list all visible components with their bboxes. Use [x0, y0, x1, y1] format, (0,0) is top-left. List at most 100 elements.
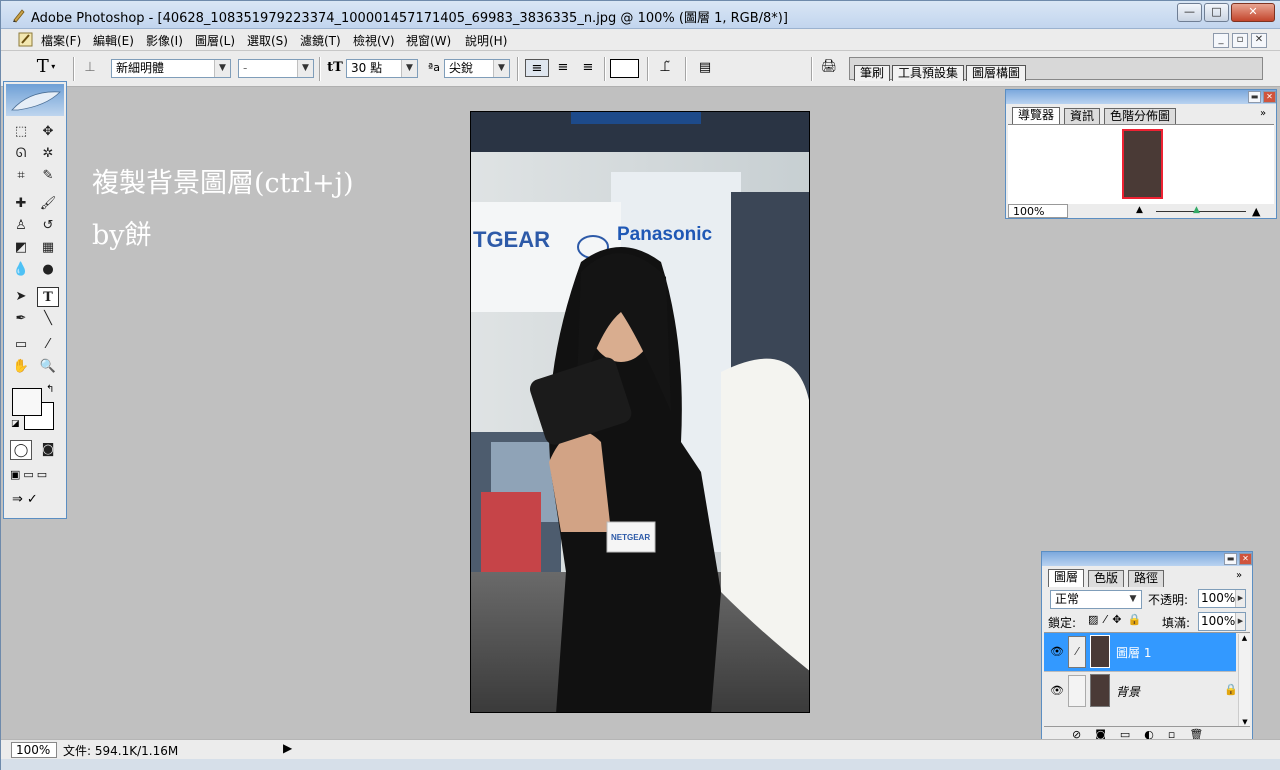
- tab-channels[interactable]: 色版: [1088, 570, 1125, 587]
- navigator-zoom-field[interactable]: 100%: [1008, 204, 1068, 218]
- text-color-swatch[interactable]: [610, 59, 639, 78]
- well-tab-tool-presets[interactable]: 工具預設集: [892, 65, 965, 81]
- font-family-select[interactable]: 新細明體 ▼: [111, 59, 231, 78]
- default-colors-icon[interactable]: ◪: [11, 419, 20, 429]
- opacity-field[interactable]: 100% ▶: [1198, 589, 1246, 608]
- status-zoom-field[interactable]: 100%: [11, 742, 57, 758]
- menu-edit[interactable]: 編輯(E): [93, 32, 134, 49]
- menu-layer[interactable]: 圖層(L): [195, 32, 235, 49]
- document-icon[interactable]: [17, 31, 35, 48]
- doc-restore-button[interactable]: ▫: [1232, 33, 1248, 48]
- antialias-select[interactable]: 尖銳 ▼: [444, 59, 510, 78]
- panel-close-button[interactable]: ✕: [1239, 553, 1252, 565]
- file-browser-button[interactable]: 🖨: [817, 58, 841, 80]
- healing-brush-icon[interactable]: ✚: [10, 194, 32, 214]
- panel-header[interactable]: [1042, 552, 1252, 566]
- well-tab-layer-comps[interactable]: 圖層構圖: [966, 65, 1027, 81]
- close-button[interactable]: ✕: [1231, 3, 1275, 22]
- tab-info[interactable]: 資訊: [1064, 108, 1101, 125]
- swap-colors-icon[interactable]: ↰: [46, 384, 54, 395]
- zoom-tool-icon[interactable]: 🔍: [37, 357, 59, 377]
- menu-help[interactable]: 說明(H): [465, 32, 507, 49]
- dodge-tool-icon[interactable]: ●: [37, 260, 59, 280]
- navigator-view-box[interactable]: [1122, 129, 1163, 199]
- notes-tool-icon[interactable]: ▭: [10, 335, 32, 355]
- align-right-button[interactable]: ≡: [577, 59, 599, 77]
- brush-link-icon[interactable]: ⁄: [1068, 636, 1086, 668]
- align-left-button[interactable]: ≡: [525, 59, 549, 77]
- move-tool-icon[interactable]: ✥: [37, 122, 59, 142]
- zoom-out-icon[interactable]: ▲: [1136, 205, 1143, 215]
- clone-stamp-icon[interactable]: ♙: [10, 216, 32, 236]
- crop-tool-icon[interactable]: ⌗: [10, 166, 32, 186]
- panel-minimize-button[interactable]: ▬: [1248, 91, 1261, 103]
- maximize-button[interactable]: □: [1204, 3, 1229, 22]
- panel-minimize-button[interactable]: ▬: [1224, 553, 1237, 565]
- line-tool-icon[interactable]: ╲: [37, 309, 59, 329]
- menu-select[interactable]: 選取(S): [247, 32, 288, 49]
- warp-text-button[interactable]: ⊥̃: [655, 59, 675, 77]
- layers-scrollbar[interactable]: ▲ ▼: [1238, 634, 1250, 726]
- tab-histogram[interactable]: 色階分佈圖: [1104, 108, 1177, 125]
- tool-preset-picker[interactable]: T ▾: [31, 58, 61, 78]
- navigator-preview[interactable]: [1008, 124, 1274, 204]
- eyedropper-icon[interactable]: ⁄: [37, 335, 59, 355]
- minimize-button[interactable]: —: [1177, 3, 1202, 22]
- scroll-up-icon[interactable]: ▲: [1239, 634, 1250, 642]
- well-tab-brushes[interactable]: 筆刷: [854, 65, 891, 81]
- tab-layers[interactable]: 圖層: [1048, 569, 1085, 587]
- toolbox-header[interactable]: [6, 84, 64, 116]
- menu-filter[interactable]: 濾鏡(T): [300, 32, 341, 49]
- layer-name[interactable]: 背景: [1116, 683, 1140, 700]
- menu-window[interactable]: 視窗(W): [406, 32, 451, 49]
- link-slot[interactable]: [1068, 675, 1086, 707]
- history-brush-icon[interactable]: ↺: [37, 216, 59, 236]
- jump-to-imageready-icon[interactable]: ⇒✓: [12, 492, 42, 507]
- fill-field[interactable]: 100% ▶: [1198, 612, 1246, 631]
- marquee-tool-icon[interactable]: ⬚: [10, 122, 32, 142]
- screen-mode-icons[interactable]: ▣▭▭: [10, 468, 50, 481]
- slice-tool-icon[interactable]: ✎: [37, 166, 59, 186]
- eraser-tool-icon[interactable]: ◩: [10, 238, 32, 258]
- quick-mask-icon[interactable]: ◙: [37, 440, 59, 460]
- blend-mode-select[interactable]: 正常 ▼: [1050, 590, 1142, 609]
- blur-tool-icon[interactable]: 💧: [10, 260, 32, 280]
- eye-icon[interactable]: 👁: [1050, 684, 1064, 697]
- panel-menu-icon[interactable]: »: [1236, 570, 1242, 581]
- menu-file[interactable]: 檔案(F): [41, 32, 81, 49]
- panel-close-button[interactable]: ✕: [1263, 91, 1276, 103]
- eye-icon[interactable]: 👁: [1050, 645, 1064, 658]
- menu-image[interactable]: 影像(I): [146, 32, 183, 49]
- brush-tool-icon[interactable]: 🖌: [37, 194, 59, 214]
- layer-name[interactable]: 圖層 1: [1116, 644, 1151, 661]
- path-selection-icon[interactable]: ➤: [10, 287, 32, 307]
- standard-mode-icon[interactable]: ◯: [10, 440, 32, 460]
- magic-wand-icon[interactable]: ✲: [37, 144, 59, 164]
- font-size-select[interactable]: 30 點 ▼: [346, 59, 418, 78]
- text-orientation-button[interactable]: ⊥: [81, 59, 99, 77]
- layer-row-layer1[interactable]: 👁 ⁄ 圖層 1: [1044, 633, 1236, 671]
- align-center-button[interactable]: ≡: [552, 59, 574, 77]
- hand-tool-icon[interactable]: ✋: [10, 357, 32, 377]
- lasso-tool-icon[interactable]: ᘏ: [10, 144, 32, 164]
- panel-header[interactable]: [1006, 90, 1276, 104]
- zoom-slider-thumb[interactable]: ▲: [1193, 205, 1200, 215]
- layer-row-background[interactable]: 👁 背景 🔒: [1044, 671, 1238, 709]
- tab-paths[interactable]: 路徑: [1128, 570, 1165, 587]
- panel-menu-icon[interactable]: »: [1260, 108, 1266, 119]
- character-panel-button[interactable]: ▤: [695, 59, 715, 77]
- tab-navigator[interactable]: 導覽器: [1012, 107, 1061, 125]
- menu-view[interactable]: 檢視(V): [353, 32, 395, 49]
- type-tool-icon[interactable]: T: [37, 287, 59, 307]
- pen-tool-icon[interactable]: ✒: [10, 309, 32, 329]
- status-menu-arrow-icon[interactable]: ▶: [283, 741, 292, 755]
- zoom-slider[interactable]: [1156, 211, 1246, 212]
- scroll-down-icon[interactable]: ▼: [1239, 718, 1251, 726]
- doc-minimize-button[interactable]: _: [1213, 33, 1229, 48]
- lock-icons[interactable]: ▨⁄✥🔒: [1088, 613, 1147, 626]
- font-style-select[interactable]: - ▼: [238, 59, 314, 78]
- foreground-color-swatch[interactable]: [12, 388, 42, 416]
- gradient-tool-icon[interactable]: ▦: [37, 238, 59, 258]
- zoom-in-icon[interactable]: ▲: [1252, 205, 1260, 218]
- document-canvas[interactable]: TGEAR Panasonic NETGEAR: [470, 111, 810, 713]
